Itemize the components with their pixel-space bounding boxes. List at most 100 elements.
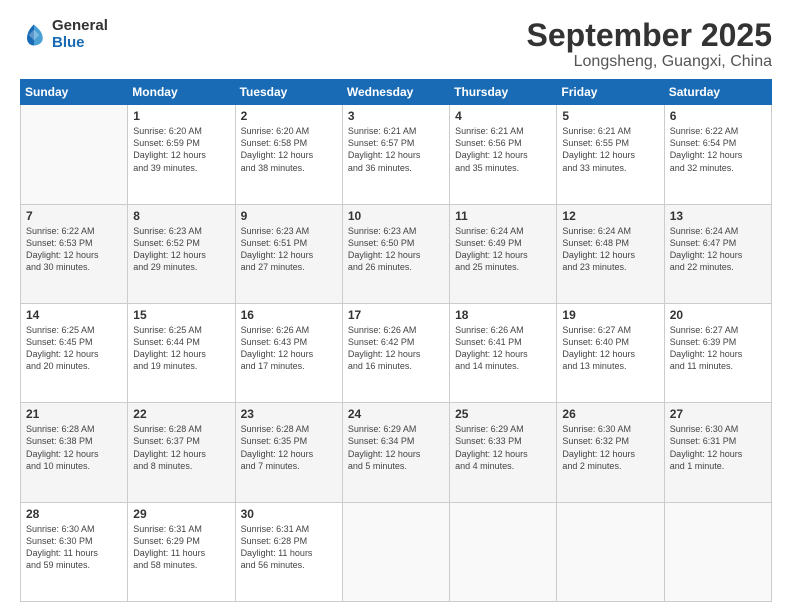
calendar-week-row: 21 Sunrise: 6:28 AM Sunset: 6:38 PM Dayli… [21,403,772,502]
cell-content: Sunrise: 6:27 AM Sunset: 6:40 PM Dayligh… [562,324,658,373]
header-wednesday: Wednesday [342,80,449,105]
cell-content: Sunrise: 6:31 AM Sunset: 6:29 PM Dayligh… [133,523,229,572]
calendar-cell: 24 Sunrise: 6:29 AM Sunset: 6:34 PM Dayli… [342,403,449,502]
calendar-cell: 10 Sunrise: 6:23 AM Sunset: 6:50 PM Dayli… [342,204,449,303]
day-number: 6 [670,109,766,123]
calendar-cell [450,502,557,601]
calendar-page: General Blue September 2025 Longsheng, G… [0,0,792,612]
day-number: 16 [241,308,337,322]
cell-content: Sunrise: 6:29 AM Sunset: 6:33 PM Dayligh… [455,423,551,472]
calendar-cell: 21 Sunrise: 6:28 AM Sunset: 6:38 PM Dayli… [21,403,128,502]
day-number: 10 [348,209,444,223]
header-sunday: Sunday [21,80,128,105]
calendar-cell: 30 Sunrise: 6:31 AM Sunset: 6:28 PM Dayli… [235,502,342,601]
calendar-cell: 29 Sunrise: 6:31 AM Sunset: 6:29 PM Dayli… [128,502,235,601]
header: General Blue September 2025 Longsheng, G… [20,18,772,71]
calendar-week-row: 1Sunrise: 6:20 AM Sunset: 6:59 PM Daylig… [21,105,772,204]
cell-content: Sunrise: 6:26 AM Sunset: 6:42 PM Dayligh… [348,324,444,373]
header-friday: Friday [557,80,664,105]
cell-content: Sunrise: 6:28 AM Sunset: 6:37 PM Dayligh… [133,423,229,472]
calendar-week-row: 7 Sunrise: 6:22 AM Sunset: 6:53 PM Daylig… [21,204,772,303]
calendar-cell: 12 Sunrise: 6:24 AM Sunset: 6:48 PM Dayli… [557,204,664,303]
logo-general-text: General [52,18,108,35]
cell-content: Sunrise: 6:21 AM Sunset: 6:56 PM Dayligh… [455,125,551,174]
day-number: 28 [26,507,122,521]
cell-content: Sunrise: 6:23 AM Sunset: 6:52 PM Dayligh… [133,225,229,274]
calendar-cell: 19 Sunrise: 6:27 AM Sunset: 6:40 PM Dayli… [557,303,664,402]
header-monday: Monday [128,80,235,105]
calendar-cell: 16 Sunrise: 6:26 AM Sunset: 6:43 PM Dayli… [235,303,342,402]
weekday-header-row: Sunday Monday Tuesday Wednesday Thursday… [21,80,772,105]
day-number: 27 [670,407,766,421]
logo-blue-text: Blue [52,35,108,52]
day-number: 13 [670,209,766,223]
day-number: 15 [133,308,229,322]
day-number: 23 [241,407,337,421]
cell-content: Sunrise: 6:30 AM Sunset: 6:30 PM Dayligh… [26,523,122,572]
cell-content: Sunrise: 6:25 AM Sunset: 6:45 PM Dayligh… [26,324,122,373]
cell-content: Sunrise: 6:27 AM Sunset: 6:39 PM Dayligh… [670,324,766,373]
day-number: 21 [26,407,122,421]
day-number: 24 [348,407,444,421]
calendar-cell [342,502,449,601]
calendar-cell: 17 Sunrise: 6:26 AM Sunset: 6:42 PM Dayli… [342,303,449,402]
calendar-cell: 1Sunrise: 6:20 AM Sunset: 6:59 PM Daylig… [128,105,235,204]
calendar-cell: 11 Sunrise: 6:24 AM Sunset: 6:49 PM Dayli… [450,204,557,303]
cell-content: Sunrise: 6:24 AM Sunset: 6:48 PM Dayligh… [562,225,658,274]
day-number: 12 [562,209,658,223]
header-saturday: Saturday [664,80,771,105]
title-block: September 2025 Longsheng, Guangxi, China [527,18,772,71]
calendar-cell: 28 Sunrise: 6:30 AM Sunset: 6:30 PM Dayli… [21,502,128,601]
header-tuesday: Tuesday [235,80,342,105]
day-number: 4 [455,109,551,123]
day-number: 8 [133,209,229,223]
calendar-week-row: 28 Sunrise: 6:30 AM Sunset: 6:30 PM Dayli… [21,502,772,601]
day-number: 11 [455,209,551,223]
calendar-cell: 7 Sunrise: 6:22 AM Sunset: 6:53 PM Daylig… [21,204,128,303]
cell-content: Sunrise: 6:24 AM Sunset: 6:47 PM Dayligh… [670,225,766,274]
calendar-cell [664,502,771,601]
day-number: 25 [455,407,551,421]
day-number: 26 [562,407,658,421]
calendar-cell: 20 Sunrise: 6:27 AM Sunset: 6:39 PM Dayli… [664,303,771,402]
calendar-cell: 14 Sunrise: 6:25 AM Sunset: 6:45 PM Dayli… [21,303,128,402]
cell-content: Sunrise: 6:26 AM Sunset: 6:43 PM Dayligh… [241,324,337,373]
calendar-cell: 23Sunrise: 6:28 AM Sunset: 6:35 PM Dayli… [235,403,342,502]
day-number: 18 [455,308,551,322]
calendar-week-row: 14 Sunrise: 6:25 AM Sunset: 6:45 PM Dayli… [21,303,772,402]
day-number: 29 [133,507,229,521]
day-number: 7 [26,209,122,223]
cell-content: Sunrise: 6:24 AM Sunset: 6:49 PM Dayligh… [455,225,551,274]
day-number: 1 [133,109,229,123]
day-number: 9 [241,209,337,223]
cell-content: Sunrise: 6:22 AM Sunset: 6:53 PM Dayligh… [26,225,122,274]
day-number: 14 [26,308,122,322]
calendar-cell: 18Sunrise: 6:26 AM Sunset: 6:41 PM Dayli… [450,303,557,402]
cell-content: Sunrise: 6:31 AM Sunset: 6:28 PM Dayligh… [241,523,337,572]
calendar-table: Sunday Monday Tuesday Wednesday Thursday… [20,79,772,602]
cell-content: Sunrise: 6:23 AM Sunset: 6:50 PM Dayligh… [348,225,444,274]
calendar-cell: 15Sunrise: 6:25 AM Sunset: 6:44 PM Dayli… [128,303,235,402]
cell-content: Sunrise: 6:21 AM Sunset: 6:55 PM Dayligh… [562,125,658,174]
logo-icon [20,21,48,49]
calendar-cell: 2 Sunrise: 6:20 AM Sunset: 6:58 PM Daylig… [235,105,342,204]
calendar-cell: 6Sunrise: 6:22 AM Sunset: 6:54 PM Daylig… [664,105,771,204]
day-number: 2 [241,109,337,123]
calendar-cell: 3Sunrise: 6:21 AM Sunset: 6:57 PM Daylig… [342,105,449,204]
day-number: 20 [670,308,766,322]
day-number: 17 [348,308,444,322]
calendar-cell: 13 Sunrise: 6:24 AM Sunset: 6:47 PM Dayli… [664,204,771,303]
cell-content: Sunrise: 6:28 AM Sunset: 6:38 PM Dayligh… [26,423,122,472]
calendar-cell: 27Sunrise: 6:30 AM Sunset: 6:31 PM Dayli… [664,403,771,502]
month-title: September 2025 [527,18,772,53]
day-number: 30 [241,507,337,521]
day-number: 19 [562,308,658,322]
calendar-cell: 26 Sunrise: 6:30 AM Sunset: 6:32 PM Dayli… [557,403,664,502]
day-number: 3 [348,109,444,123]
calendar-cell: 8 Sunrise: 6:23 AM Sunset: 6:52 PM Daylig… [128,204,235,303]
cell-content: Sunrise: 6:20 AM Sunset: 6:58 PM Dayligh… [241,125,337,174]
cell-content: Sunrise: 6:23 AM Sunset: 6:51 PM Dayligh… [241,225,337,274]
cell-content: Sunrise: 6:30 AM Sunset: 6:32 PM Dayligh… [562,423,658,472]
cell-content: Sunrise: 6:29 AM Sunset: 6:34 PM Dayligh… [348,423,444,472]
day-number: 5 [562,109,658,123]
